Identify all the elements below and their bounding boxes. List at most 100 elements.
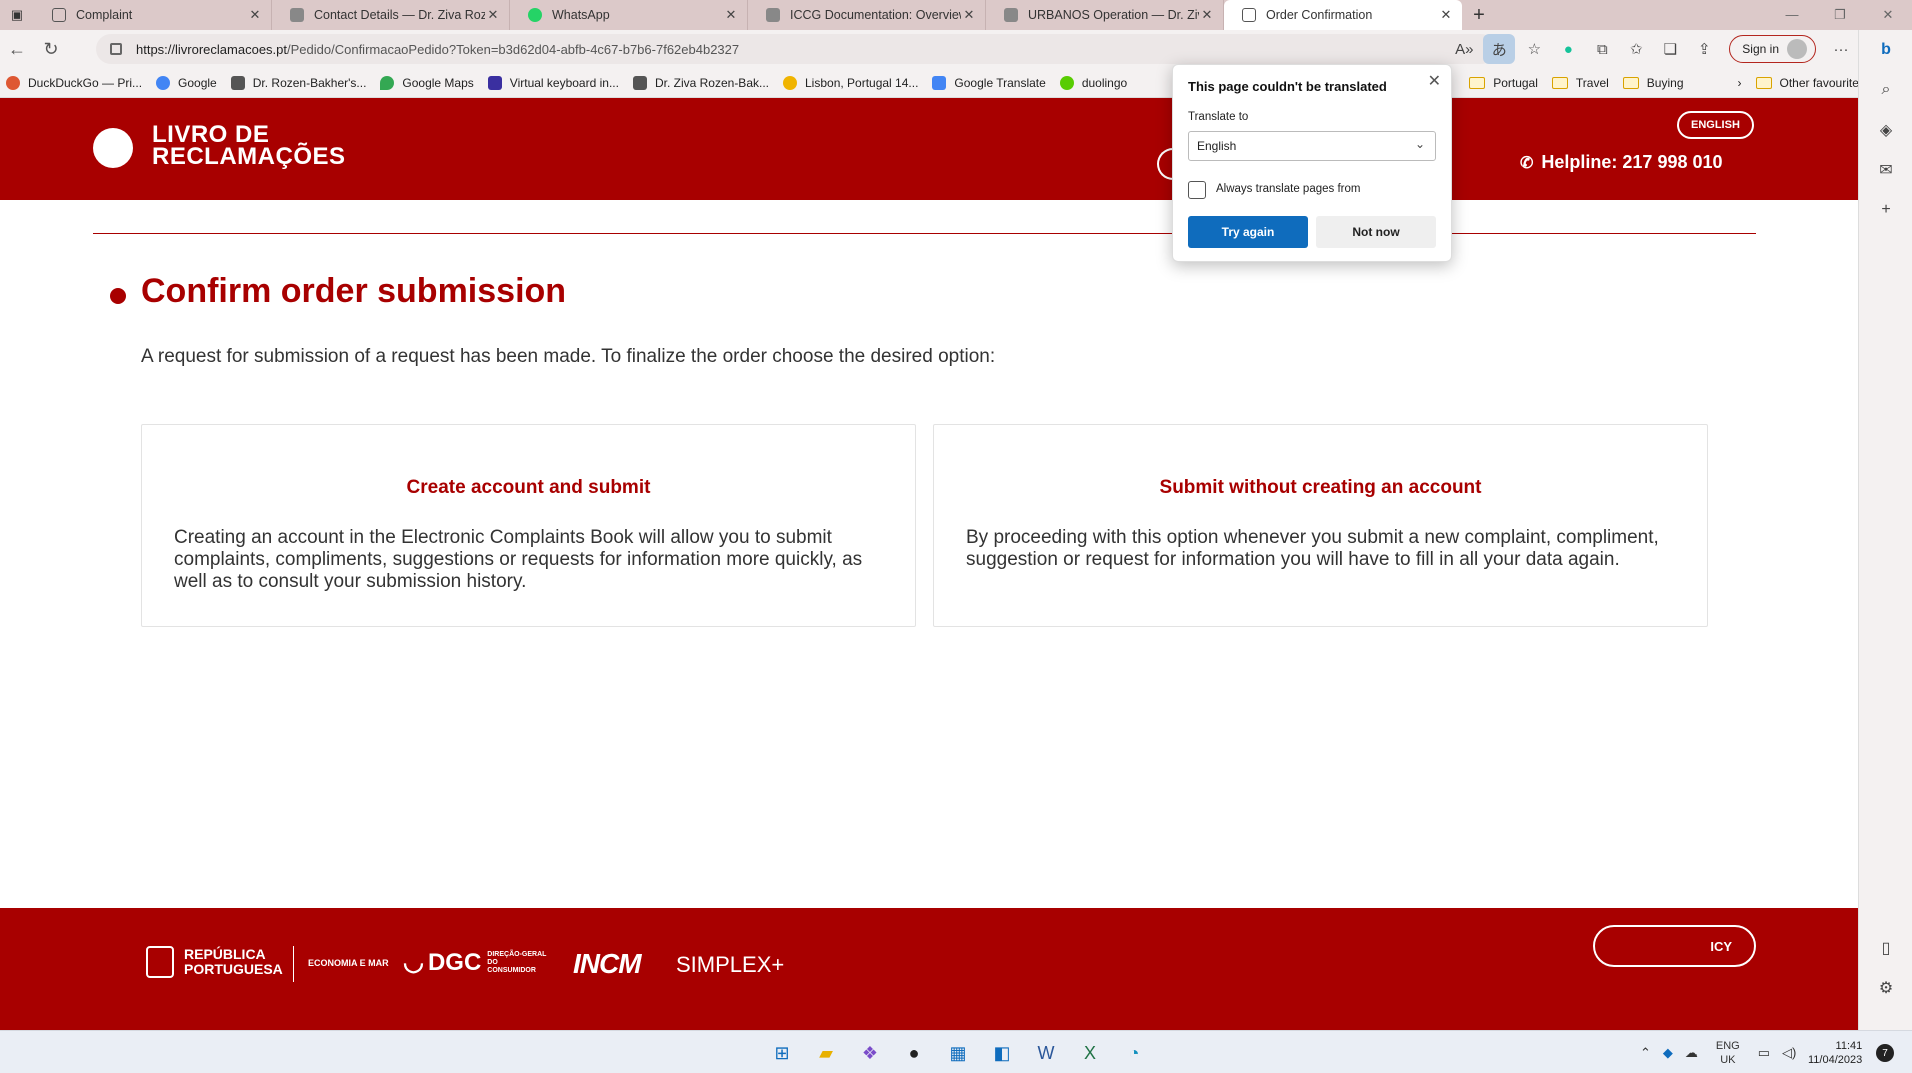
incm-logo[interactable]: INCM [573,948,642,980]
site-header: LIVRO DE RECLAMAÇÕES ENGLISH ✆ Helpline:… [0,98,1858,200]
close-tab-icon[interactable]: ✕ [961,7,977,23]
browser-tab[interactable]: WhatsApp ✕ [510,0,748,30]
url-field[interactable]: https://livroreclamacoes.pt /Pedido/Conf… [96,34,1496,64]
language-button[interactable]: ENGLISH [1677,111,1754,139]
network-icon[interactable]: ▭ [1758,1045,1770,1061]
onedrive-icon[interactable]: ☁ [1685,1045,1698,1061]
bookmark-folder[interactable]: Other favourites [1755,76,1865,90]
submit-without-account-card[interactable]: Submit without creating an account By pr… [933,424,1708,627]
card-title[interactable]: Create account and submit [142,477,915,499]
clock[interactable]: 11:41 11/04/2023 [1808,1039,1862,1067]
sidebar-panel-icon[interactable]: ▯ [1859,928,1912,968]
simplex-logo[interactable]: SIMPLEX+ [676,952,784,978]
site-logo[interactable]: LIVRO DE RECLAMAÇÕES [152,123,346,170]
bookmark-item[interactable]: Dr. Rozen-Bakher's... [230,75,366,90]
browser-tab[interactable]: ICCG Documentation: Overview a ✕ [748,0,986,30]
collections-icon[interactable]: ❏ [1653,34,1687,64]
close-tab-icon[interactable]: ✕ [1199,7,1215,23]
bing-chat-icon[interactable]: b [1859,30,1912,70]
bookmark-item[interactable]: Google [156,75,217,90]
notification-badge[interactable]: 7 [1876,1044,1894,1062]
card-title[interactable]: Submit without creating an account [934,477,1707,499]
language-select[interactable]: English ⌄ [1188,131,1436,161]
url-host: https://livroreclamacoes.pt [136,41,288,57]
tab-label: URBANOS Operation — Dr. Ziva [1028,8,1199,22]
bookmark-item[interactable]: Google Maps [380,75,474,90]
favourites-icon[interactable]: ✩ [1619,34,1653,64]
translate-icon[interactable]: あ [1483,34,1516,64]
calculator-icon[interactable]: ▦ [936,1037,980,1069]
economia-logo[interactable]: ECONOMIA E MAR [308,958,389,968]
tab-label: Order Confirmation [1266,8,1373,22]
dgc-logo[interactable]: ◡ DGC DIREÇÃO-GERAL DO CONSUMIDOR [403,948,547,977]
more-options-icon[interactable]: ··· [1824,34,1858,64]
close-tab-icon[interactable]: ✕ [485,7,501,23]
close-tab-icon[interactable]: ✕ [247,7,263,23]
excel-icon[interactable]: X [1068,1037,1112,1069]
bookmark-item[interactable]: DuckDuckGo — Pri... [6,75,142,90]
settings-icon[interactable]: ⚙ [1859,968,1912,1008]
always-translate-label: Always translate pages from [1216,183,1361,195]
bookmark-folder[interactable]: Travel [1551,76,1609,90]
always-translate-checkbox[interactable] [1188,181,1206,199]
word-icon[interactable]: W [1024,1037,1068,1069]
generic-site-icon [230,75,245,90]
refresh-icon[interactable]: ↻ [34,32,68,66]
edge-icon[interactable]: ◔ [1112,1037,1156,1069]
try-again-button[interactable]: Try again [1188,216,1308,248]
obs-icon[interactable]: ● [892,1037,936,1069]
bookmark-folder[interactable]: Portugal [1469,76,1538,90]
browser-tab-active[interactable]: Order Confirmation ✕ [1224,0,1462,30]
close-tab-icon[interactable]: ✕ [723,7,739,23]
chevron-up-icon[interactable]: ⌃ [1640,1045,1651,1061]
browser-tab[interactable]: URBANOS Operation — Dr. Ziva ✕ [986,0,1224,30]
shopping-icon[interactable]: ◈ [1859,110,1912,150]
restore-icon[interactable]: ❐ [1816,0,1864,30]
translate-app-icon [932,75,947,90]
file-explorer-icon[interactable]: ▰ [804,1037,848,1069]
logo-line: RECLAMAÇÕES [152,143,346,170]
read-aloud-icon[interactable]: A» [1447,34,1481,64]
chevron-right-icon[interactable]: › [1738,76,1742,90]
footer-divider [293,946,294,982]
clock-time: 11:41 [1835,1040,1863,1052]
browser-tab[interactable]: Complaint ✕ [34,0,272,30]
input-language[interactable]: ENG UK [1710,1039,1746,1067]
bookmark-item[interactable]: duolingo [1059,75,1127,90]
copilot-icon[interactable]: ❖ [848,1037,892,1069]
intro-text: A request for submission of a request ha… [141,346,996,367]
site-logo-icon[interactable] [93,128,133,168]
not-now-button[interactable]: Not now [1316,216,1436,248]
privacy-policy-button[interactable]: ICY [1593,925,1756,967]
tab-actions-icon[interactable]: ▣ [0,0,34,30]
extensions-icon[interactable]: ⧉ [1585,34,1619,64]
add-favourite-icon[interactable]: ☆ [1517,34,1551,64]
translate-popup: This page couldn't be translated ✕ Trans… [1172,64,1452,262]
start-icon[interactable]: ⊞ [760,1037,804,1069]
create-account-card[interactable]: Create account and submit Creating an ac… [141,424,916,627]
bookmark-item[interactable]: Dr. Ziva Rozen-Bak... [632,75,769,90]
bookmark-folder[interactable]: Buying [1622,76,1684,90]
add-icon[interactable]: + [1859,190,1912,230]
grammarly-icon[interactable]: ● [1551,34,1585,64]
close-window-icon[interactable]: ✕ [1864,0,1912,30]
close-tab-icon[interactable]: ✕ [1438,7,1454,23]
search-icon[interactable]: ⌕ [1859,70,1912,110]
security-icon[interactable]: ◆ [1663,1045,1673,1061]
sign-in-button[interactable]: Sign in [1729,35,1816,63]
browser-tab[interactable]: Contact Details — Dr. Ziva Rozen ✕ [272,0,510,30]
bookmark-item[interactable]: Virtual keyboard in... [487,75,619,90]
new-tab-icon[interactable]: + [1462,4,1496,27]
bookmark-item[interactable]: Google Translate [932,75,1046,90]
outlook-icon[interactable]: ◧ [980,1037,1024,1069]
close-icon[interactable]: ✕ [1428,71,1441,91]
volume-icon[interactable]: ◁) [1782,1045,1796,1061]
minimize-icon[interactable]: — [1768,0,1816,30]
bookmark-item[interactable]: Lisbon, Portugal 14... [783,75,918,90]
outlook-icon[interactable]: ✉ [1859,150,1912,190]
helpline[interactable]: ✆ Helpline: 217 998 010 [1520,152,1723,173]
back-icon[interactable]: ← [0,32,34,66]
share-icon[interactable]: ⇪ [1687,34,1721,64]
logo-subtext: DIREÇÃO-GERAL DO CONSUMIDOR [487,950,547,974]
republica-portuguesa-logo[interactable]: REPÚBLICA PORTUGUESA [146,946,283,978]
